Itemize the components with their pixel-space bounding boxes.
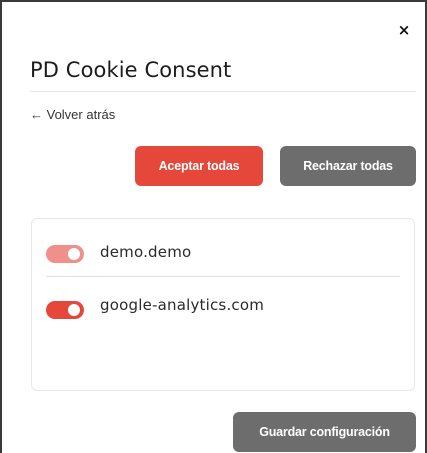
accept-all-button[interactable]: Aceptar todas: [135, 146, 263, 186]
domain-label: google-analytics.com: [100, 296, 265, 314]
domain-row: google-analytics.com: [32, 291, 414, 331]
title-divider: [30, 91, 416, 92]
save-settings-button[interactable]: Guardar configuración: [233, 412, 416, 452]
row-divider: [46, 276, 400, 277]
back-link[interactable]: ← Volver atrás: [30, 107, 115, 122]
domain-label: demo.demo: [100, 243, 192, 261]
reject-all-button[interactable]: Rechazar todas: [280, 146, 416, 186]
domain-toggle[interactable]: [46, 245, 84, 263]
toggle-knob: [68, 304, 80, 316]
domain-toggle[interactable]: [46, 301, 84, 319]
domains-panel: demo.demo google-analytics.com: [31, 218, 415, 391]
cookie-consent-dialog: × PD Cookie Consent ← Volver atrás Acept…: [0, 0, 427, 453]
close-icon[interactable]: ×: [396, 22, 412, 38]
dialog-title: PD Cookie Consent: [30, 58, 232, 82]
toggle-knob: [68, 248, 80, 260]
domain-row: demo.demo: [32, 235, 414, 275]
